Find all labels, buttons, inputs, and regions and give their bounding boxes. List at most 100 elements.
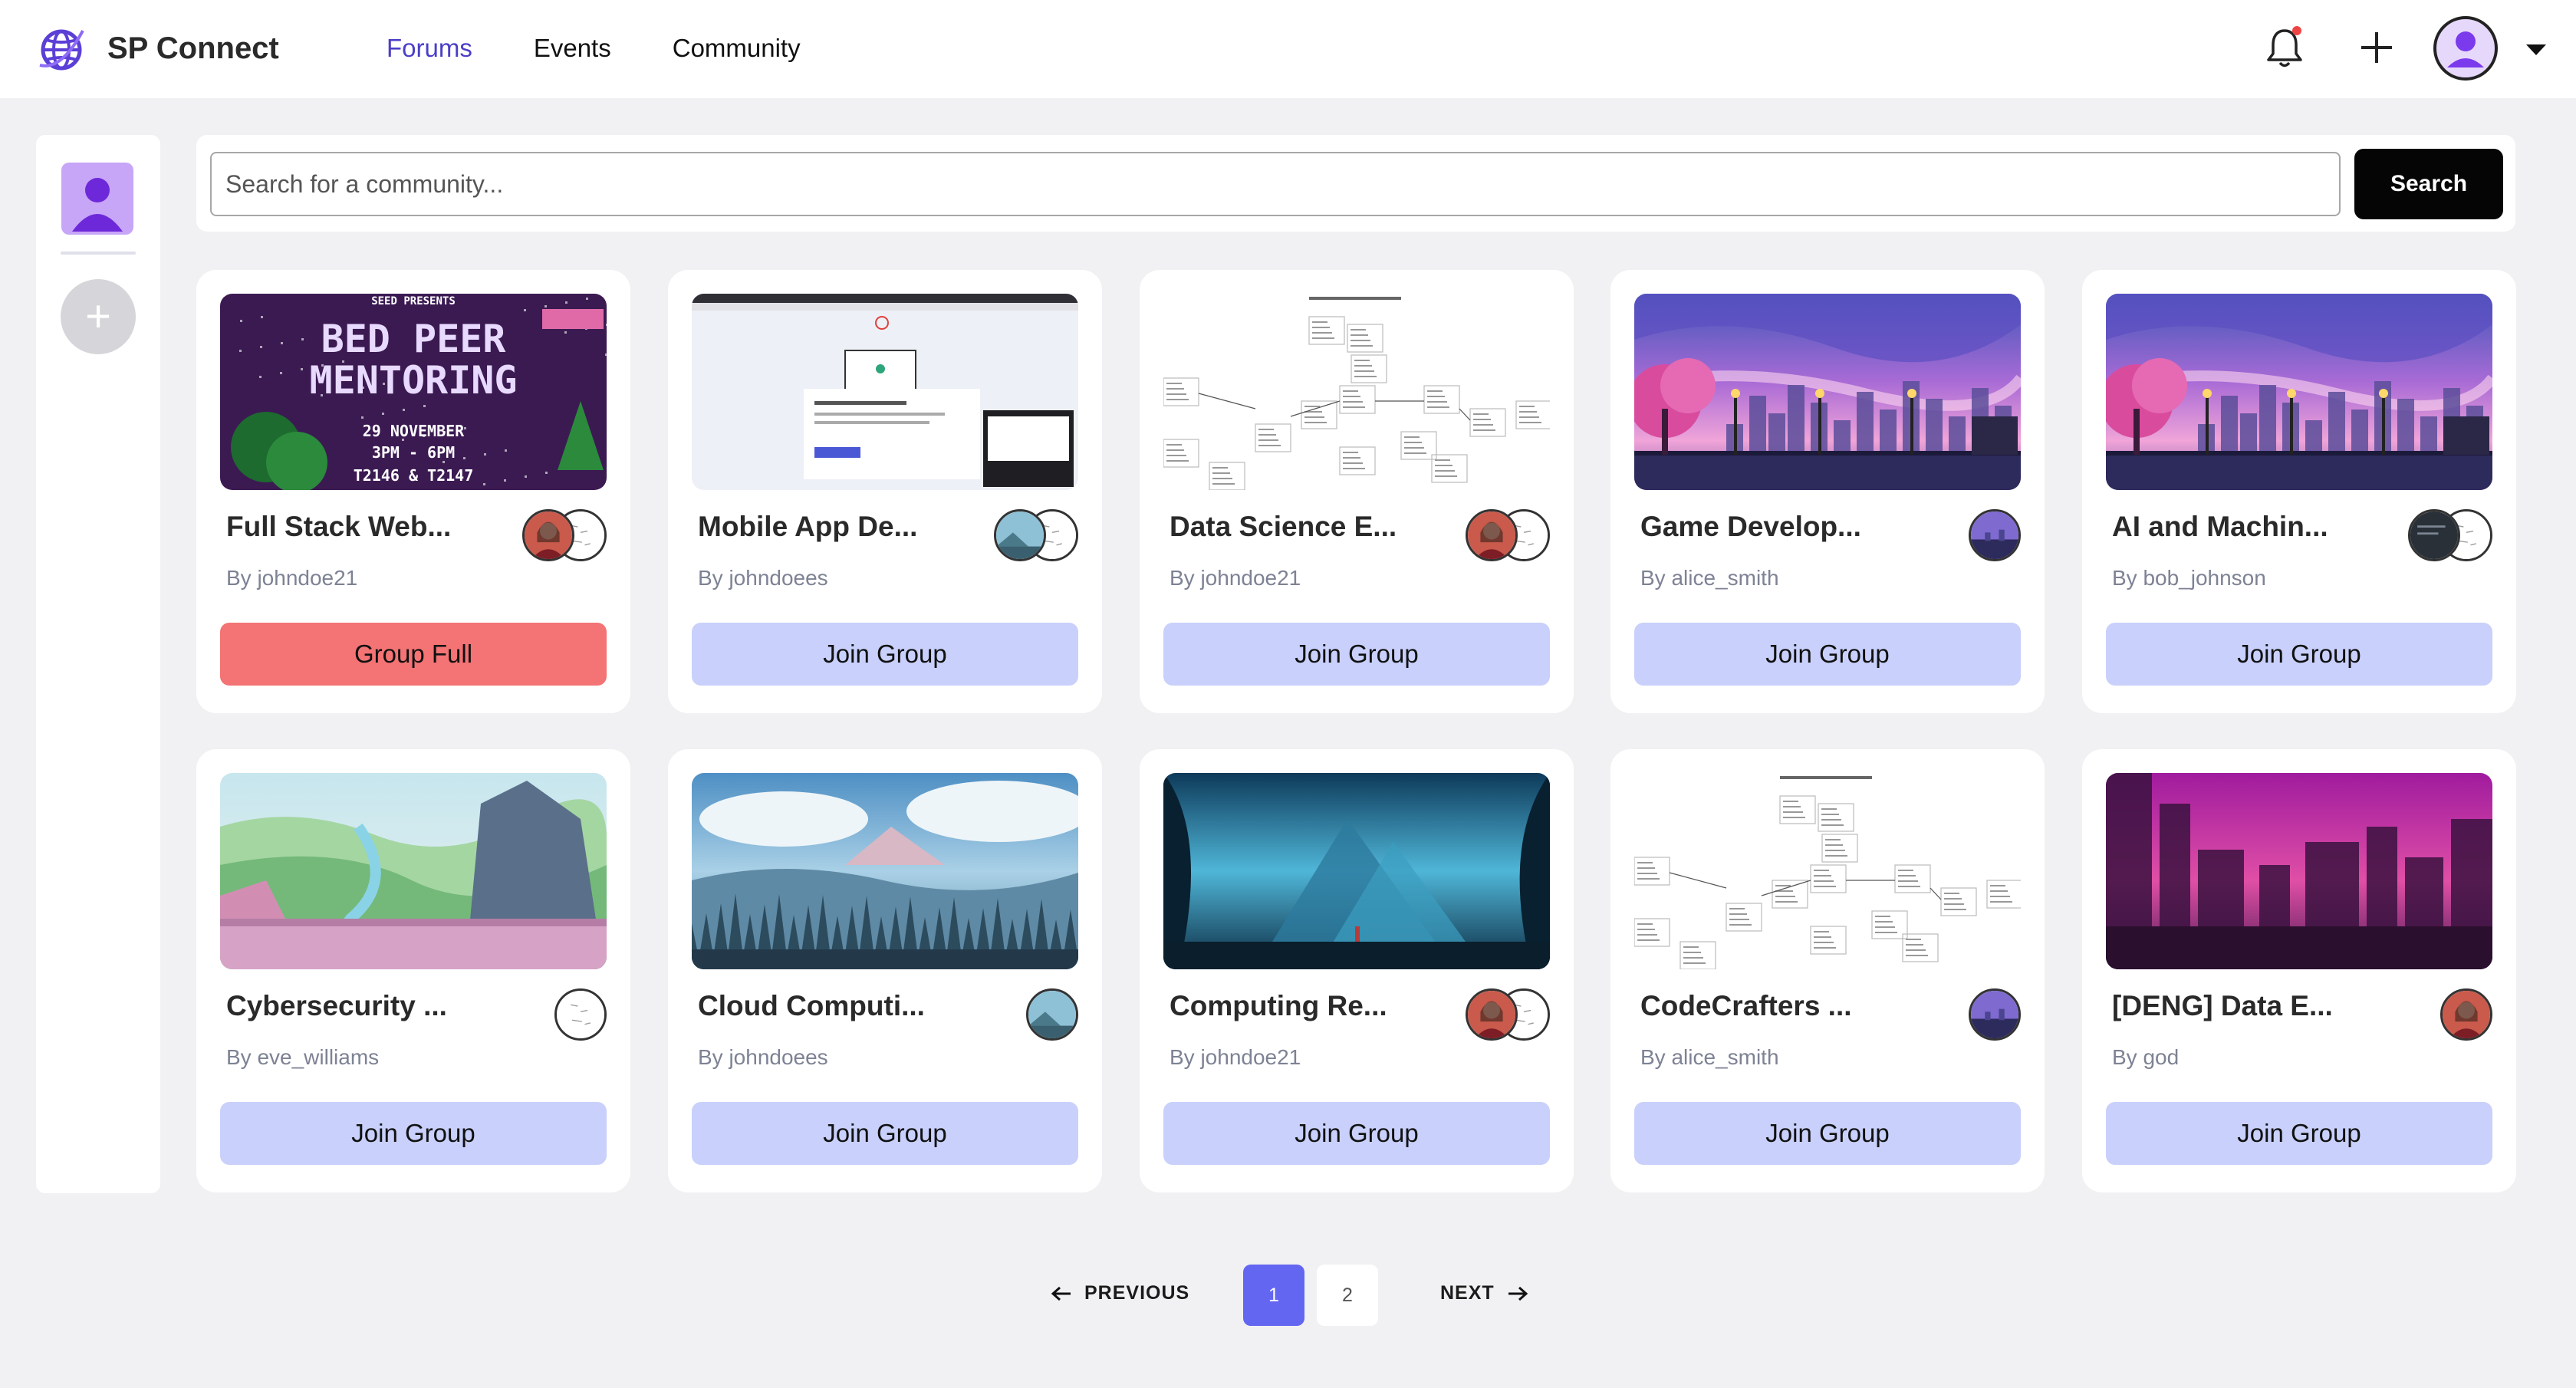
community-title[interactable]: Game Develop... [1640, 511, 1870, 543]
poster-text: BED PEER [321, 317, 507, 361]
member-avatars [2440, 988, 2492, 1041]
app-name: SP Connect [107, 31, 279, 65]
join-group-button[interactable]: Join Group [220, 1102, 607, 1165]
member-avatars [1026, 988, 1078, 1041]
community-author: By eve_williams [226, 1045, 380, 1069]
join-group-button[interactable]: Join Group [1634, 623, 2021, 686]
community-card[interactable]: SEED PRESENTS BED PEER MENTORING 29 NOVEMBE… [196, 270, 630, 713]
member-avatar [2440, 988, 2492, 1041]
arrow-right-icon [1508, 1286, 1528, 1301]
community-thumbnail [2106, 773, 2492, 969]
add-community-button[interactable]: + [61, 279, 136, 354]
community-card[interactable]: Computing Re... By johndoe21 Join Group [1140, 749, 1574, 1192]
join-group-button[interactable]: Join Group [1634, 1102, 2021, 1165]
poster-text: MENTORING [310, 358, 518, 403]
page-1-button[interactable]: 1 [1243, 1265, 1304, 1326]
community-title[interactable]: Cybersecurity ... [226, 990, 456, 1022]
nav-forums[interactable]: Forums [387, 34, 472, 63]
join-group-button[interactable]: Join Group [1163, 1102, 1550, 1165]
community-author: By god [2112, 1045, 2180, 1069]
community-thumbnail [220, 773, 607, 969]
next-label: NEXT [1440, 1282, 1495, 1304]
top-navbar: SP Connect Forums Events Community [0, 0, 2576, 98]
poster-text: 3PM - 6PM [372, 443, 455, 462]
community-author: By johndoees [698, 566, 828, 590]
community-search-input[interactable] [210, 152, 2341, 216]
group-full-button[interactable]: Group Full [220, 623, 607, 686]
user-silhouette-icon [72, 178, 123, 232]
create-plus-icon[interactable] [2358, 29, 2395, 66]
community-title[interactable]: Mobile App De... [698, 511, 928, 543]
member-avatars [1969, 509, 2021, 561]
community-thumbnail [692, 773, 1078, 969]
main-nav: Forums Events Community [387, 34, 862, 63]
poster-text: SEED PRESENTS [371, 295, 456, 308]
community-card[interactable]: Cloud Computi... By johndoees Join Group [668, 749, 1102, 1192]
poster-text: T2146 & T2147 [354, 466, 474, 485]
globe-logo-icon [39, 29, 84, 71]
chevron-down-icon[interactable] [2523, 40, 2549, 58]
previous-page-button[interactable]: PREVIOUS [1049, 1282, 1189, 1304]
join-group-button[interactable]: Join Group [2106, 1102, 2492, 1165]
profile-avatar[interactable] [61, 163, 133, 235]
join-group-button[interactable]: Join Group [692, 1102, 1078, 1165]
member-avatar [1466, 988, 1518, 1041]
member-avatars [1466, 988, 1550, 1041]
community-thumbnail [692, 294, 1078, 490]
plus-icon: + [85, 291, 111, 341]
community-title[interactable]: Data Science E... [1170, 511, 1400, 543]
search-button[interactable]: Search [2354, 149, 2503, 219]
left-sidebar: + [36, 135, 160, 1193]
next-page-button[interactable]: NEXT [1440, 1282, 1530, 1304]
community-author: By alice_smith [1640, 1045, 1779, 1069]
member-avatar [994, 509, 1046, 561]
member-avatar [1466, 509, 1518, 561]
community-thumbnail [1163, 294, 1550, 490]
nav-community[interactable]: Community [673, 34, 801, 63]
member-avatar [1969, 988, 2021, 1041]
community-card[interactable]: Data Science E... By johndoe21 Join Grou… [1140, 270, 1574, 713]
community-thumbnail [1634, 294, 2021, 490]
community-author: By johndoe21 [1170, 1045, 1301, 1069]
member-avatar [522, 509, 574, 561]
user-avatar-icon[interactable] [2433, 15, 2499, 81]
community-title[interactable]: CodeCrafters ... [1640, 990, 1870, 1022]
member-avatars [994, 509, 1078, 561]
community-card[interactable]: Mobile App De... By johndoees Join Group [668, 270, 1102, 713]
community-card[interactable]: [DENG] Data E... By god Join Group [2082, 749, 2516, 1192]
community-title[interactable]: Full Stack Web... [226, 511, 456, 543]
community-card[interactable]: AI and Machin... By bob_johnson Join Gro… [2082, 270, 2516, 713]
community-title[interactable]: Cloud Computi... [698, 990, 928, 1022]
nav-events[interactable]: Events [534, 34, 611, 63]
member-avatar [554, 988, 607, 1041]
join-group-button[interactable]: Join Group [2106, 623, 2492, 686]
member-avatars [522, 509, 607, 561]
poster-text: 29 NOVEMBER [363, 422, 465, 440]
community-thumbnail: SEED PRESENTS BED PEER MENTORING 29 NOVEMBE… [220, 294, 607, 490]
community-author: By bob_johnson [2112, 566, 2266, 590]
member-avatar [2408, 509, 2460, 561]
notification-bell-icon[interactable] [2264, 25, 2305, 71]
community-thumbnail [2106, 294, 2492, 490]
community-title[interactable]: AI and Machin... [2112, 511, 2342, 543]
member-avatars [2408, 509, 2492, 561]
community-author: By johndoe21 [1170, 566, 1301, 590]
brand[interactable]: SP Connect [38, 23, 279, 74]
arrow-left-icon [1051, 1286, 1071, 1301]
community-author: By johndoees [698, 1045, 828, 1069]
join-group-button[interactable]: Join Group [692, 623, 1078, 686]
member-avatars [554, 988, 607, 1041]
join-group-button[interactable]: Join Group [1163, 623, 1550, 686]
page-2-button[interactable]: 2 [1317, 1265, 1378, 1326]
community-card[interactable]: CodeCrafters ... By alice_smith Join Gro… [1610, 749, 2045, 1192]
community-title[interactable]: [DENG] Data E... [2112, 990, 2342, 1022]
member-avatars [1466, 509, 1550, 561]
community-title[interactable]: Computing Re... [1170, 990, 1400, 1022]
community-card[interactable]: Cybersecurity ... By eve_williams Join G… [196, 749, 630, 1192]
member-avatar [1026, 988, 1078, 1041]
search-panel: Search [196, 135, 2515, 232]
community-card[interactable]: Game Develop... By alice_smith Join Grou… [1610, 270, 2045, 713]
community-thumbnail [1163, 773, 1550, 969]
member-avatars [1969, 988, 2021, 1041]
member-avatar [1969, 509, 2021, 561]
